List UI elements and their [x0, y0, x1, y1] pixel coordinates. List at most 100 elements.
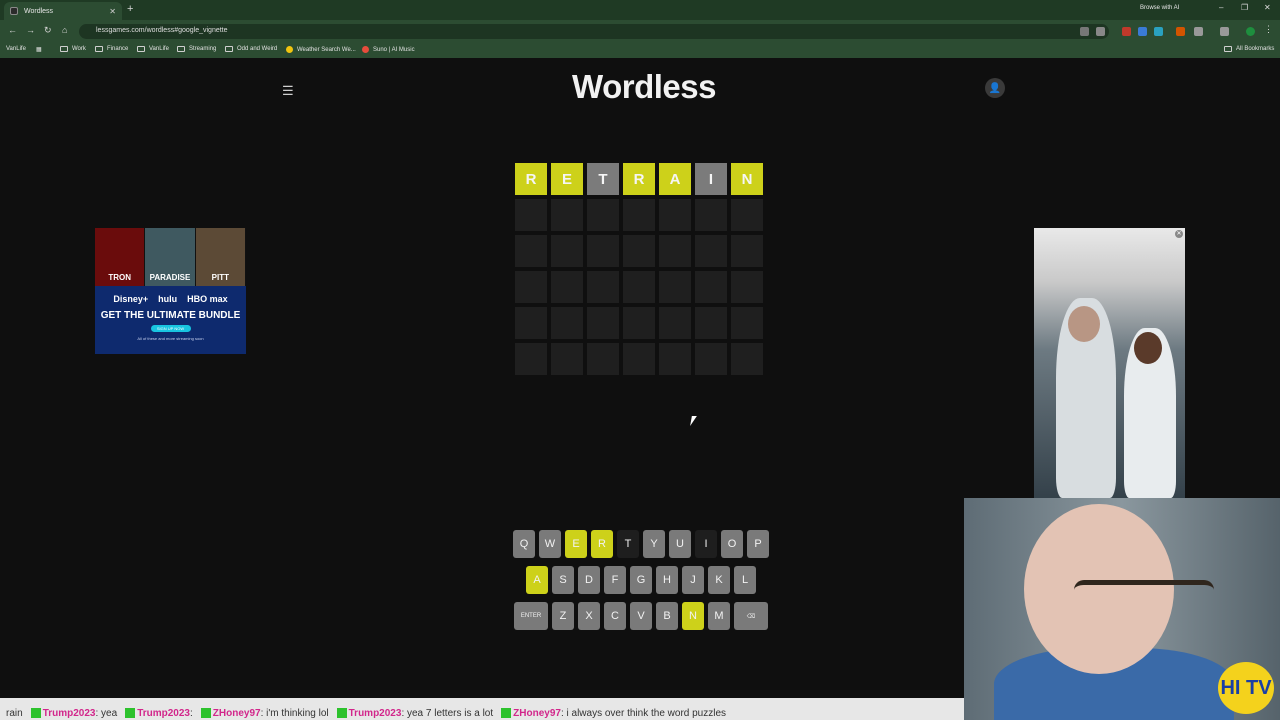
profile-icon[interactable]: [1246, 27, 1255, 36]
key-b[interactable]: B: [656, 602, 678, 630]
bookmark-vanlife[interactable]: VanLife: [6, 46, 26, 52]
kick-badge-icon: [200, 708, 211, 719]
key-m[interactable]: M: [708, 602, 730, 630]
board-tile: [515, 307, 547, 339]
board-row: [515, 235, 767, 267]
kick-badge-icon: [125, 708, 136, 719]
key-i[interactable]: I: [695, 530, 717, 558]
ad-close-icon[interactable]: ✕: [1175, 230, 1183, 238]
extension-icon[interactable]: [1176, 27, 1185, 36]
enter-key[interactable]: ENTER: [514, 602, 548, 630]
ad-brand: Disney+: [113, 294, 149, 304]
key-g[interactable]: G: [630, 566, 652, 594]
bookmark-folder-work[interactable]: Work: [60, 46, 86, 52]
board-tile: [551, 343, 583, 375]
board-tile: [731, 235, 763, 267]
bookmark-suno[interactable]: Suno | AI Music: [362, 46, 415, 53]
key-x[interactable]: X: [578, 602, 600, 630]
chat-username: Trump2023: [137, 708, 190, 719]
board-tile: [623, 271, 655, 303]
board-tile: [551, 307, 583, 339]
folder-icon: [95, 46, 103, 52]
key-p[interactable]: P: [747, 530, 769, 558]
key-w[interactable]: W: [539, 530, 561, 558]
extension-icon[interactable]: [1122, 27, 1131, 36]
key-c[interactable]: C: [604, 602, 626, 630]
key-d[interactable]: D: [578, 566, 600, 594]
apps-grid-icon[interactable]: ▦: [36, 46, 42, 53]
chat-username: ZHoney97: [513, 708, 561, 719]
board-tile: [659, 307, 691, 339]
key-n[interactable]: N: [682, 602, 704, 630]
hamburger-menu-icon[interactable]: ☰: [282, 83, 294, 99]
extensions-puzzle-icon[interactable]: [1194, 27, 1203, 36]
reload-icon[interactable]: ↻: [44, 25, 52, 36]
tab-strip: Wordless ✕ + Browse with AI – ❐ ✕: [0, 0, 1280, 20]
chat-ticker: rain Trump2023 : yea Trump2023 : ZHoney9…: [0, 698, 964, 720]
browse-with-ai-button[interactable]: Browse with AI: [1140, 5, 1179, 11]
streamer-webcam: HI TV: [964, 498, 1280, 720]
key-e[interactable]: E: [565, 530, 587, 558]
eye-off-icon[interactable]: [1080, 27, 1089, 36]
all-bookmarks-button[interactable]: All Bookmarks: [1224, 46, 1274, 52]
board-tile: [695, 235, 727, 267]
bookmark-folder-finance[interactable]: Finance: [95, 46, 128, 52]
forward-icon[interactable]: →: [26, 25, 35, 35]
key-r[interactable]: R: [591, 530, 613, 558]
chat-message: Trump2023 : yea: [29, 703, 117, 719]
side-panel-icon[interactable]: [1220, 27, 1229, 36]
chat-message: rain: [6, 703, 23, 719]
key-f[interactable]: F: [604, 566, 626, 594]
key-a[interactable]: A: [526, 566, 548, 594]
key-h[interactable]: H: [656, 566, 678, 594]
key-k[interactable]: K: [708, 566, 730, 594]
board-tile: [623, 307, 655, 339]
board-tile: [659, 199, 691, 231]
key-l[interactable]: L: [734, 566, 756, 594]
folder-icon: [177, 46, 185, 52]
board-tile: I: [695, 163, 727, 195]
close-tab-icon[interactable]: ✕: [109, 7, 116, 16]
close-window-icon[interactable]: ✕: [1264, 3, 1271, 12]
key-u[interactable]: U: [669, 530, 691, 558]
restore-icon[interactable]: ❐: [1241, 3, 1248, 12]
star-icon[interactable]: [1096, 27, 1105, 36]
bookmark-weather-search[interactable]: Weather Search We...: [286, 46, 356, 53]
keyboard-row: ASDFGHJKL: [510, 566, 772, 594]
menu-kebab-icon[interactable]: ⋮: [1264, 24, 1273, 34]
back-icon[interactable]: ←: [8, 25, 17, 35]
ad-person-image: [1068, 306, 1100, 342]
key-v[interactable]: V: [630, 602, 652, 630]
key-y[interactable]: Y: [643, 530, 665, 558]
home-icon[interactable]: ⌂: [62, 25, 67, 35]
video-ad[interactable]: ✕: [1034, 228, 1185, 498]
minimize-icon[interactable]: –: [1219, 3, 1223, 12]
bookmark-folder-vanlife[interactable]: VanLife: [137, 46, 169, 52]
address-bar[interactable]: lessgames.com/wordless#google_vignette: [79, 24, 1109, 39]
streaming-bundle-ad[interactable]: TRON PARADISE PITT Disney+ hulu HBO max …: [95, 228, 246, 354]
tab-wordless[interactable]: Wordless ✕: [4, 2, 122, 20]
board-tile: [551, 271, 583, 303]
ad-poster: TRON: [95, 228, 146, 286]
key-t[interactable]: T: [617, 530, 639, 558]
board-tile: [731, 343, 763, 375]
board-tile: [659, 271, 691, 303]
ad-cta-button[interactable]: SIGN UP NOW: [150, 325, 191, 332]
folder-icon: [1224, 46, 1232, 52]
key-s[interactable]: S: [552, 566, 574, 594]
backspace-key[interactable]: ⌫: [734, 602, 768, 630]
extension-icon[interactable]: [1138, 27, 1147, 36]
folder-icon: [225, 46, 233, 52]
key-q[interactable]: Q: [513, 530, 535, 558]
key-o[interactable]: O: [721, 530, 743, 558]
new-tab-button[interactable]: +: [127, 3, 133, 15]
bookmark-folder-odd-and-weird[interactable]: Odd and Weird: [225, 46, 277, 52]
site-logo: Wordless: [572, 68, 716, 105]
board-tile: [695, 271, 727, 303]
extension-icon[interactable]: [1154, 27, 1163, 36]
bookmark-folder-streaming[interactable]: Streaming: [177, 46, 216, 52]
key-z[interactable]: Z: [552, 602, 574, 630]
key-j[interactable]: J: [682, 566, 704, 594]
user-account-icon[interactable]: 👤: [985, 78, 1005, 98]
board-tile: [587, 271, 619, 303]
